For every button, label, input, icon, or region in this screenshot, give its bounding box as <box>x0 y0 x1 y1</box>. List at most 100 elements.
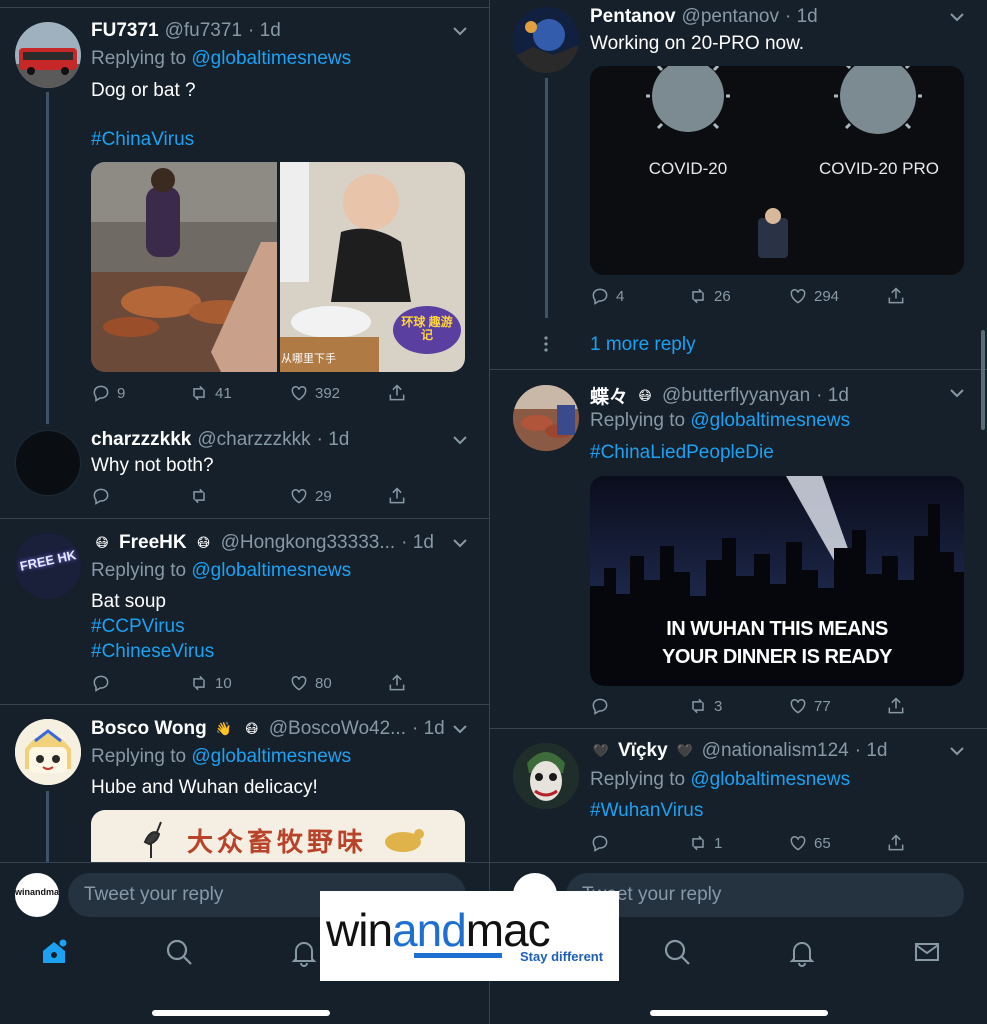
share-button[interactable] <box>886 286 906 306</box>
tweet-nationalism124[interactable]: 🖤 Vïçky 🖤 @nationalism124 · 1d Replying … <box>490 729 987 864</box>
avatar[interactable] <box>513 385 579 451</box>
share-button[interactable] <box>387 383 407 403</box>
retweet-button[interactable]: 1 <box>688 833 722 853</box>
mention-link[interactable]: @globaltimesnews <box>191 746 351 767</box>
retweet-button[interactable]: 41 <box>189 383 232 403</box>
display-name[interactable]: Vïçky <box>618 740 668 762</box>
reply-button[interactable] <box>91 673 117 693</box>
handle[interactable]: @fu7371 <box>165 20 242 42</box>
handle[interactable]: @BoscoWo42... <box>269 718 406 740</box>
avatar[interactable]: FREE HK <box>15 533 81 599</box>
like-button[interactable]: 65 <box>788 833 831 853</box>
tweet-media[interactable]: IN WUHAN THIS MEANS YOUR DINNER IS READY <box>590 476 964 686</box>
notifications-icon[interactable] <box>787 937 817 967</box>
display-name[interactable]: FU7371 <box>91 20 159 42</box>
reply-input[interactable]: Tweet your reply <box>566 873 964 917</box>
reply-button[interactable] <box>590 696 616 716</box>
mention-link[interactable]: @globaltimesnews <box>191 48 351 69</box>
messages-icon[interactable] <box>912 937 942 967</box>
timestamp[interactable]: · 1d <box>248 20 281 42</box>
heart-icon <box>790 288 806 304</box>
chevron-down-icon[interactable] <box>451 22 469 40</box>
tweet-butterflyyanyan[interactable]: 蝶々 😷 @butterflyyanyan · 1d Replying to @… <box>490 370 987 728</box>
mask-emoji: 😷 <box>196 535 211 550</box>
avatar[interactable] <box>15 430 81 496</box>
hashtag-link[interactable]: #ChinaVirus <box>91 129 194 151</box>
display-name[interactable]: Pentanov <box>590 6 676 28</box>
hashtag-link[interactable]: #CCPVirus <box>91 616 185 638</box>
like-button[interactable]: 392 <box>289 383 340 403</box>
chevron-down-icon[interactable] <box>948 742 966 760</box>
avatar[interactable] <box>15 22 81 88</box>
like-button[interactable]: 77 <box>788 696 831 716</box>
notifications-icon[interactable] <box>289 937 319 967</box>
tweet-text: Bat soup <box>91 591 166 612</box>
tweet-bosco-wong[interactable]: Bosco Wong 👋 😷 @BoscoWo42... · 1d Replyi… <box>0 705 489 890</box>
like-button[interactable]: 29 <box>289 486 332 506</box>
timestamp[interactable]: · 1d <box>412 718 445 740</box>
timestamp[interactable]: · 1d <box>401 532 434 554</box>
timestamp[interactable]: · 1d <box>785 6 818 28</box>
tweet-media[interactable]: COVID-20 COVID-20 PRO <box>590 66 964 275</box>
retweet-button[interactable]: 10 <box>189 673 232 693</box>
tweet-fu7371[interactable]: FU7371 @fu7371 · 1d Replying to @globalt… <box>0 0 489 424</box>
avatar[interactable] <box>513 743 579 809</box>
hashtag-link[interactable]: #WuhanVirus <box>590 800 703 822</box>
mention-link[interactable]: @globaltimesnews <box>191 560 351 581</box>
reply-button[interactable] <box>590 833 616 853</box>
avatar[interactable] <box>15 719 81 785</box>
share-button[interactable] <box>886 696 906 716</box>
share-icon <box>888 834 904 851</box>
black-heart-emoji: 🖤 <box>592 743 610 758</box>
display-name[interactable]: charzzzkkk <box>91 429 191 451</box>
composer-avatar[interactable]: winandmac <box>15 873 59 917</box>
timestamp[interactable]: · 1d <box>855 740 888 762</box>
search-icon[interactable] <box>662 937 692 967</box>
display-name[interactable]: 蝶々 <box>590 382 628 409</box>
chevron-down-icon[interactable] <box>451 431 469 449</box>
search-icon[interactable] <box>164 937 194 967</box>
mention-link[interactable]: @globaltimesnews <box>690 410 850 431</box>
display-name[interactable]: FreeHK <box>119 532 187 554</box>
hashtag-link[interactable]: #ChineseVirus <box>91 641 214 663</box>
handle[interactable]: @butterflyyanyan <box>662 385 810 407</box>
timestamp[interactable]: · 1d <box>816 385 849 407</box>
chevron-down-icon[interactable] <box>451 534 469 552</box>
chevron-down-icon[interactable] <box>948 8 966 26</box>
share-button[interactable] <box>886 833 906 853</box>
handle[interactable]: @charzzzkkk <box>197 429 310 451</box>
reply-button[interactable] <box>91 486 117 506</box>
heart-icon <box>291 385 307 401</box>
retweet-button[interactable] <box>189 486 215 506</box>
more-replies-link[interactable]: 1 more reply <box>590 334 696 356</box>
timestamp[interactable]: · 1d <box>317 429 350 451</box>
chevron-down-icon[interactable] <box>451 720 469 738</box>
avatar[interactable] <box>513 7 579 73</box>
tweet-pentanov[interactable]: Pentanov @pentanov · 1d Working on 20-PR… <box>490 0 987 368</box>
share-button[interactable] <box>387 673 407 693</box>
handle[interactable]: @pentanov <box>682 6 779 28</box>
retweet-button[interactable]: 3 <box>688 696 722 716</box>
heart-icon <box>291 488 307 504</box>
display-name[interactable]: Bosco Wong <box>91 718 207 740</box>
like-button[interactable]: 80 <box>289 673 332 693</box>
tweet-freehk[interactable]: FREE HK 😷 FreeHK 😷 @Hongkong33333... · 1… <box>0 519 489 704</box>
tv-logo-text: 环球 趣游记 <box>401 315 453 342</box>
share-button[interactable] <box>387 486 407 506</box>
hashtag-link[interactable]: #ChinaLiedPeopleDie <box>590 442 774 464</box>
home-icon[interactable] <box>39 937 69 967</box>
tweet-charzzzkkk[interactable]: charzzzkkk @charzzzkkk · 1d Why not both… <box>0 420 489 518</box>
scrollbar-thumb[interactable] <box>981 330 985 430</box>
mention-link[interactable]: @globaltimesnews <box>690 769 850 790</box>
reply-button[interactable]: 4 <box>590 286 624 306</box>
handle[interactable]: @nationalism124 <box>702 740 849 762</box>
tweet-media-grid[interactable]: 环球 趣游记 从哪里下手 <box>91 162 465 372</box>
retweet-button[interactable]: 26 <box>688 286 731 306</box>
watermark-tagline: Stay different <box>520 949 604 964</box>
retweet-count: 10 <box>215 674 232 692</box>
like-button[interactable]: 294 <box>788 286 839 306</box>
reply-button[interactable]: 9 <box>91 383 125 403</box>
handle[interactable]: @Hongkong33333... <box>221 532 396 554</box>
chevron-down-icon[interactable] <box>948 384 966 402</box>
like-count: 29 <box>315 487 332 505</box>
